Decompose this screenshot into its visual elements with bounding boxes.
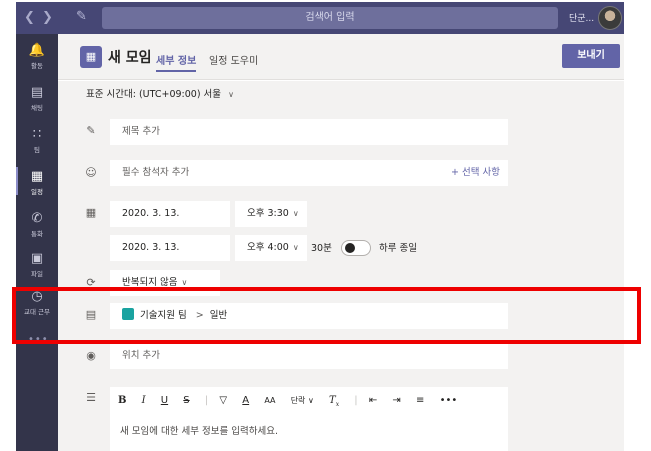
add-person-icon: ☺	[85, 166, 97, 179]
rail-item-chat[interactable]: ▤ 채팅	[16, 85, 58, 113]
title-input[interactable]: 제목 추가	[110, 119, 508, 145]
search-input[interactable]: 검색어 입력	[102, 7, 558, 29]
calendar-icon: ▦	[30, 169, 44, 184]
start-date-input[interactable]: 2020. 3. 13.	[110, 201, 230, 227]
start-time-select[interactable]: 오후 3:30 ∨	[235, 201, 307, 227]
forward-arrow-icon[interactable]: ❯	[42, 10, 53, 25]
highlight-icon[interactable]: ▽	[219, 395, 227, 406]
italic-button[interactable]: I	[142, 395, 146, 406]
rail-item-activity[interactable]: 🔔 활동	[16, 43, 58, 71]
back-arrow-icon[interactable]: ❮	[24, 10, 35, 25]
paragraph-select[interactable]: 단락 ∨	[291, 395, 314, 406]
pencil-icon: ✎	[86, 124, 96, 137]
clear-format-button[interactable]: Tx	[329, 395, 339, 408]
tab-details[interactable]: 세부 정보	[156, 52, 197, 72]
avatar[interactable]	[598, 6, 622, 30]
rail-label: 활동	[31, 62, 43, 70]
team-avatar-icon	[122, 308, 134, 320]
bell-icon: 🔔	[28, 43, 46, 58]
attendees-input[interactable]: 필수 참석자 추가 + 선택 사항	[110, 160, 508, 186]
underline-button[interactable]: U	[161, 395, 168, 406]
more-options-icon[interactable]: •••	[440, 395, 458, 406]
app-rail: 🔔 활동 ▤ 채팅 ∷ 팀 ▦ 일정 ✆ 통화 ▣ 파일 ◷ 교대 근무 •••	[16, 34, 58, 451]
bullet-list-icon[interactable]: ≡	[416, 395, 424, 406]
calendar-icon: ▦	[80, 46, 102, 68]
calendar-icon: ▦	[85, 206, 97, 219]
meeting-form: 표준 시간대: (UTC+09:00) 서울 ∨ ✎ 제목 추가 ☺ 필수 참석…	[58, 81, 624, 451]
editor-placeholder: 새 모임에 대한 세부 정보를 입력하세요.	[120, 426, 278, 437]
send-button[interactable]: 보내기	[562, 44, 620, 68]
channel-picker[interactable]: 기술지원 팀 > 일반	[110, 303, 508, 329]
teams-icon: ∷	[32, 127, 42, 142]
shifts-icon: ◷	[31, 289, 43, 304]
user-name[interactable]: 단군...	[569, 11, 594, 24]
details-editor[interactable]: B I U S | ▽ A AA 단락 ∨ Tx | ⇤ ⇥ ≡ ••• 새 모…	[110, 387, 508, 451]
repeat-select[interactable]: 반복되지 않음 ∨	[110, 270, 220, 296]
more-apps-icon[interactable]: •••	[28, 334, 49, 345]
font-color-button[interactable]: A	[242, 395, 249, 406]
chevron-down-icon: ∨	[292, 209, 299, 218]
rail-label: 파일	[31, 270, 43, 278]
paragraph-label: 단락	[290, 396, 306, 405]
rail-label: 통화	[31, 230, 43, 238]
attendees-placeholder: 필수 참석자 추가	[122, 167, 190, 178]
rail-item-calendar[interactable]: ▦ 일정	[16, 167, 58, 196]
rail-item-calls[interactable]: ✆ 통화	[16, 211, 58, 239]
end-time-value: 오후 4:00	[247, 242, 289, 253]
end-date-input[interactable]: 2020. 3. 13.	[110, 235, 230, 261]
rail-label: 채팅	[31, 104, 43, 112]
indent-icon[interactable]: ⇥	[392, 395, 400, 406]
chevron-down-icon: ∨	[181, 278, 188, 287]
teams-window: { "topbar": { "search_placeholder": "검색어…	[0, 0, 651, 451]
start-time-value: 오후 3:30	[247, 208, 289, 219]
page-title: 새 모임	[108, 50, 152, 66]
strikethrough-button[interactable]: S	[183, 395, 189, 406]
channel-name: 일반	[209, 310, 228, 321]
phone-icon: ✆	[31, 211, 43, 226]
file-icon: ▣	[30, 251, 44, 266]
chevron-down-icon: ∨	[292, 243, 299, 252]
bold-button[interactable]: B	[118, 395, 126, 406]
font-size-button[interactable]: AA	[264, 396, 275, 405]
rail-label: 교대 근무	[24, 308, 50, 316]
rail-item-shifts[interactable]: ◷ 교대 근무	[16, 289, 58, 317]
title-bar: ❮ ❯ ✎ 검색어 입력 단군...	[16, 2, 624, 34]
timezone-selector[interactable]: 표준 시간대: (UTC+09:00) 서울 ∨	[86, 86, 234, 100]
chevron-down-icon: ∨	[228, 90, 234, 99]
breadcrumb-separator: >	[195, 310, 204, 321]
divider: |	[204, 395, 209, 406]
divider: |	[354, 395, 358, 406]
repeat-value: 반복되지 않음	[122, 277, 178, 288]
channel-team-name: 기술지원 팀	[140, 310, 187, 321]
add-optional-link[interactable]: + 선택 사항	[451, 160, 500, 186]
meeting-header: ▦ 새 모임 세부 정보 일정 도우미 보내기	[58, 34, 624, 80]
outdent-icon[interactable]: ⇤	[369, 395, 377, 406]
format-toolbar: B I U S | ▽ A AA 단락 ∨ Tx | ⇤ ⇥ ≡ •••	[118, 395, 469, 411]
end-time-select[interactable]: 오후 4:00 ∨	[235, 235, 307, 261]
location-input[interactable]: 위치 추가	[110, 343, 508, 369]
all-day-toggle[interactable]	[341, 240, 371, 256]
rail-label: 일정	[31, 188, 43, 196]
location-pin-icon: ◉	[86, 349, 96, 362]
toggle-knob	[345, 243, 355, 253]
chat-icon: ▤	[30, 85, 44, 100]
list-icon: ☰	[86, 391, 96, 404]
compose-icon[interactable]: ✎	[76, 9, 90, 24]
channel-icon: ▤	[85, 308, 97, 321]
repeat-icon: ⟳	[86, 276, 96, 289]
background-margin	[624, 0, 651, 451]
all-day-label: 하루 종일	[379, 243, 417, 254]
rail-label: 팀	[34, 146, 40, 154]
tab-scheduling-assistant[interactable]: 일정 도우미	[209, 52, 258, 67]
rail-item-files[interactable]: ▣ 파일	[16, 251, 58, 279]
timezone-label: 표준 시간대: (UTC+09:00) 서울	[86, 89, 222, 100]
rail-item-teams[interactable]: ∷ 팀	[16, 127, 58, 155]
duration-label: 30분	[311, 243, 332, 254]
clear-format-label: T	[329, 395, 336, 406]
